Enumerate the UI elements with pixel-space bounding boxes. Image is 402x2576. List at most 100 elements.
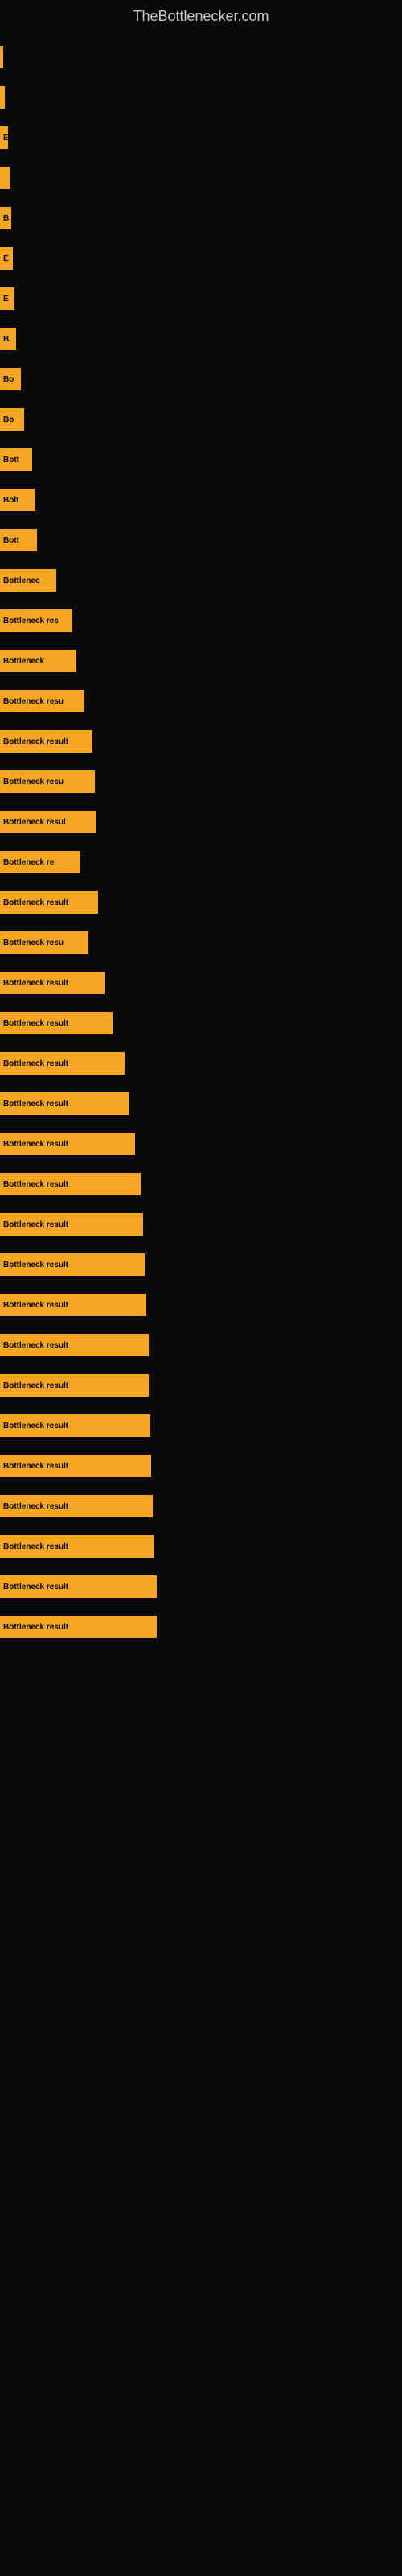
- bar-label: Bolt: [3, 496, 18, 505]
- bar-label: E: [3, 295, 9, 303]
- bar-row: Bottleneck result: [0, 1450, 402, 1482]
- bar-label: Bottleneck result: [3, 1261, 68, 1269]
- bar-item: E: [0, 287, 14, 310]
- bar-row: [0, 41, 402, 73]
- bar-item: Bottleneck result: [0, 972, 105, 994]
- bar-label: Bottleneck resu: [3, 939, 64, 947]
- bar-row: Bottleneck result: [0, 1249, 402, 1281]
- bar-item: Bottleneck result: [0, 1414, 150, 1437]
- bar-row: Bottleneck result: [0, 1329, 402, 1361]
- bar-row: Bottleneck result: [0, 886, 402, 919]
- bar-row: Bottleneck result: [0, 1128, 402, 1160]
- bar-item: Bottleneck result: [0, 1092, 129, 1115]
- bar-row: Bott: [0, 444, 402, 476]
- bar-label: Bottleneck result: [3, 1220, 68, 1229]
- bar-label: Bottleneck result: [3, 1583, 68, 1591]
- bar-item: Bottleneck result: [0, 1455, 151, 1477]
- bar-label: Bottleneck re: [3, 858, 54, 867]
- bar-label: Bottleneck result: [3, 1140, 68, 1149]
- bar-row: B: [0, 202, 402, 234]
- bar-label: Bottleneck res: [3, 617, 59, 625]
- bar-row: Bottleneck resu: [0, 685, 402, 717]
- bar-label: Bott: [3, 536, 19, 545]
- bar-row: Bottleneck resu: [0, 766, 402, 798]
- bar-item: Bott: [0, 448, 32, 471]
- bar-label: Bottleneck result: [3, 979, 68, 988]
- bar-item: Bottleneck result: [0, 1173, 141, 1195]
- bar-label: Bottlenec: [3, 576, 40, 585]
- bar-row: Bottleneck result: [0, 1490, 402, 1522]
- bar-label: Bottleneck resul: [3, 818, 66, 827]
- bar-label: Bottleneck: [3, 657, 44, 666]
- bar-row: Bottleneck result: [0, 1410, 402, 1442]
- bar-row: Bo: [0, 363, 402, 395]
- bar-row: Bottleneck result: [0, 1168, 402, 1200]
- bar-row: [0, 81, 402, 114]
- bar-row: Bottleneck re: [0, 846, 402, 878]
- bar-label: Bott: [3, 456, 19, 464]
- bar-row: Bottleneck result: [0, 967, 402, 999]
- bar-item: Bottleneck result: [0, 730, 92, 753]
- bar-item: Bottleneck result: [0, 1495, 153, 1517]
- bar-item: Bott: [0, 529, 37, 551]
- bar-row: Bottleneck result: [0, 1007, 402, 1039]
- bar-item: Bottleneck re: [0, 851, 80, 873]
- bar-row: Bottleneck result: [0, 1369, 402, 1402]
- bar-item: E: [0, 247, 13, 270]
- bar-item: Bottleneck result: [0, 1575, 157, 1598]
- bar-item: [0, 86, 5, 109]
- bar-row: Bottleneck res: [0, 605, 402, 637]
- bar-label: Bottleneck result: [3, 1542, 68, 1551]
- bar-label: Bottleneck result: [3, 737, 68, 746]
- bar-label: Bottleneck result: [3, 1341, 68, 1350]
- bar-item: E: [0, 126, 8, 149]
- bar-row: Bottleneck result: [0, 725, 402, 758]
- bar-row: Bottleneck result: [0, 1611, 402, 1643]
- bar-label: Bottleneck resu: [3, 778, 64, 786]
- bar-item: B: [0, 207, 11, 229]
- bar-item: Bottleneck result: [0, 1616, 157, 1638]
- bar-label: B: [3, 335, 9, 344]
- bar-item: [0, 167, 10, 189]
- bar-row: Bottleneck result: [0, 1571, 402, 1603]
- bar-item: Bo: [0, 368, 21, 390]
- bar-row: [0, 162, 402, 194]
- bar-item: B: [0, 328, 16, 350]
- bar-item: Bottleneck result: [0, 1334, 149, 1356]
- bar-item: Bottleneck result: [0, 891, 98, 914]
- bar-row: Bottleneck result: [0, 1289, 402, 1321]
- bar-item: Bottleneck result: [0, 1213, 143, 1236]
- bar-item: Bottleneck result: [0, 1294, 146, 1316]
- bar-row: Bottleneck: [0, 645, 402, 677]
- bar-label: Bottleneck result: [3, 1100, 68, 1108]
- bar-row: Bottleneck result: [0, 1088, 402, 1120]
- bar-item: Bottleneck resu: [0, 770, 95, 793]
- bar-row: Bottlenec: [0, 564, 402, 597]
- bar-row: Bo: [0, 403, 402, 436]
- bar-item: Bottleneck result: [0, 1253, 145, 1276]
- bar-item: Bottleneck result: [0, 1374, 149, 1397]
- bar-row: Bottleneck resu: [0, 927, 402, 959]
- bar-item: Bo: [0, 408, 24, 431]
- bar-label: Bottleneck result: [3, 1180, 68, 1189]
- bar-item: Bottleneck resul: [0, 811, 96, 833]
- bar-item: Bottleneck result: [0, 1012, 113, 1034]
- bar-row: Bolt: [0, 484, 402, 516]
- bar-label: Bottleneck resu: [3, 697, 64, 706]
- bar-label: Bottleneck result: [3, 1381, 68, 1390]
- bar-item: Bottlenec: [0, 569, 56, 592]
- bar-label: Bo: [3, 375, 14, 384]
- bar-label: Bottleneck result: [3, 1623, 68, 1632]
- bar-item: Bottleneck result: [0, 1052, 125, 1075]
- bar-row: Bottleneck result: [0, 1530, 402, 1563]
- bar-label: Bottleneck result: [3, 1422, 68, 1430]
- bar-row: E: [0, 122, 402, 154]
- bar-row: Bottleneck result: [0, 1208, 402, 1241]
- bar-row: Bottleneck resul: [0, 806, 402, 838]
- site-title: TheBottlenecker.com: [0, 0, 402, 29]
- bar-label: Bottleneck result: [3, 1301, 68, 1310]
- bar-item: Bottleneck res: [0, 609, 72, 632]
- bar-item: [0, 46, 3, 68]
- bar-item: Bottleneck result: [0, 1133, 135, 1155]
- bar-row: E: [0, 242, 402, 275]
